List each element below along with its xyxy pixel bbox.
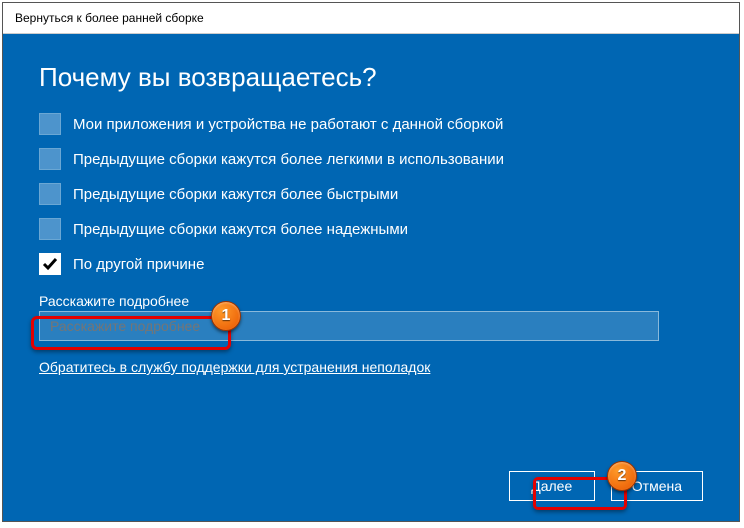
option-label: Предыдущие сборки кажутся более надежным… [73, 221, 408, 238]
next-button[interactable]: Далее [509, 471, 595, 501]
page-heading: Почему вы возвращаетесь? [39, 62, 703, 93]
option-faster[interactable]: Предыдущие сборки кажутся более быстрыми [39, 183, 703, 205]
option-easier[interactable]: Предыдущие сборки кажутся более легкими … [39, 148, 703, 170]
window-title: Вернуться к более ранней сборке [3, 3, 739, 34]
checkmark-icon [42, 256, 58, 272]
option-label: Мои приложения и устройства не работают … [73, 116, 503, 133]
dialog-window: Вернуться к более ранней сборке Почему в… [2, 2, 740, 522]
details-label: Расскажите подробнее [39, 293, 703, 309]
checkbox-checked-icon[interactable] [39, 253, 61, 275]
annotation-badge-1: 1 [211, 301, 241, 331]
checkbox-icon[interactable] [39, 148, 61, 170]
option-reliable[interactable]: Предыдущие сборки кажутся более надежным… [39, 218, 703, 240]
option-label: По другой причине [73, 256, 204, 273]
option-other-reason[interactable]: По другой причине [39, 253, 703, 275]
option-apps-devices[interactable]: Мои приложения и устройства не работают … [39, 113, 703, 135]
option-label: Предыдущие сборки кажутся более быстрыми [73, 186, 398, 203]
details-input[interactable] [39, 311, 659, 341]
checkbox-icon[interactable] [39, 183, 61, 205]
annotation-badge-2: 2 [607, 461, 637, 491]
checkbox-icon[interactable] [39, 113, 61, 135]
dialog-content: Почему вы возвращаетесь? Мои приложения … [3, 34, 739, 521]
checkbox-icon[interactable] [39, 218, 61, 240]
option-label: Предыдущие сборки кажутся более легкими … [73, 151, 504, 168]
support-link[interactable]: Обратитесь в службу поддержки для устран… [39, 359, 430, 375]
button-row: Далее Отмена [509, 471, 703, 501]
